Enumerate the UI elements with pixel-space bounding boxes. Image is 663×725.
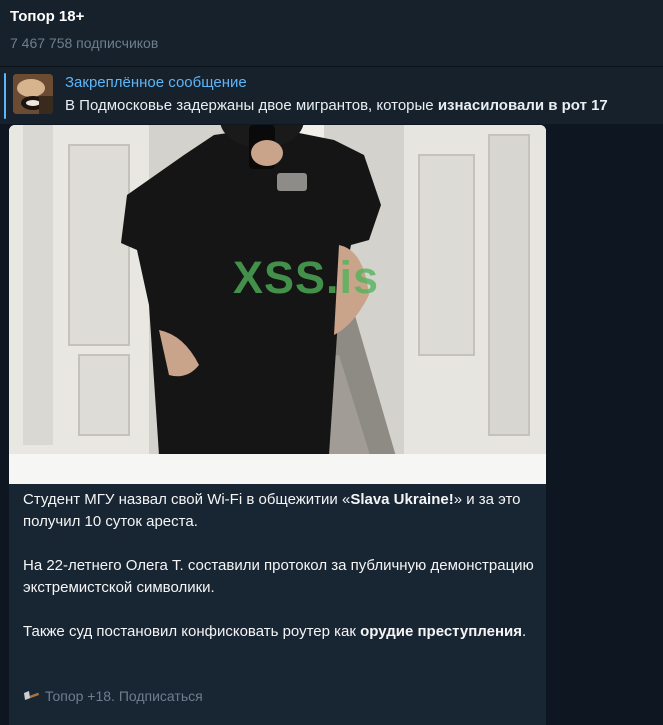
post-footer[interactable]: Топор +18. Подписаться (23, 688, 203, 704)
axe-emoji-icon (24, 691, 40, 700)
channel-header[interactable]: Топор 18+ 7 467 758 подписчиков (0, 0, 663, 66)
post-paragraph-3: Также суд постановил конфисковать роутер… (23, 623, 527, 640)
photo-watermark: XSS.is (233, 252, 380, 303)
post-text: Студент МГУ назвал свой Wi-Fi в общежити… (23, 489, 535, 665)
pinned-message[interactable]: Закреплённое сообщение В Подмосковье зад… (0, 66, 663, 124)
photo-image (9, 125, 546, 484)
message-feed[interactable]: XSS.is Студент МГУ назвал свой Wi-Fi в о… (0, 124, 663, 725)
message-bubble: XSS.is Студент МГУ назвал свой Wi-Fi в о… (9, 125, 546, 725)
footer-link[interactable]: Топор +18. Подписаться (45, 688, 203, 704)
pinned-preview: В Подмосковье задержаны двое мигрантов, … (65, 97, 608, 114)
post-paragraph-1: Студент МГУ назвал свой Wi-Fi в общежити… (23, 491, 521, 530)
pinned-label: Закреплённое сообщение (65, 74, 247, 91)
post-photo[interactable]: XSS.is (9, 125, 546, 484)
pinned-accent-bar (4, 73, 6, 119)
post-paragraph-2: На 22-летнего Олега Т. составили протоко… (23, 557, 534, 596)
pinned-thumbnail (13, 74, 53, 114)
channel-title[interactable]: Топор 18+ (10, 8, 84, 25)
subscriber-count: 7 467 758 подписчиков (10, 35, 159, 51)
